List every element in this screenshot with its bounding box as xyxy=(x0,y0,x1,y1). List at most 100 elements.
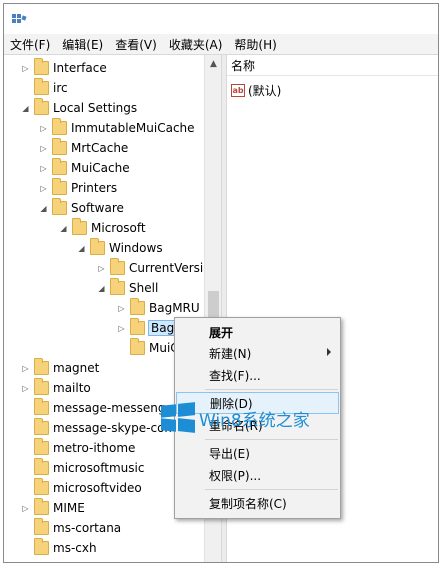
expand-arrow-icon[interactable]: ▷ xyxy=(20,383,31,394)
submenu-arrow-icon xyxy=(327,348,331,356)
menu-item-export[interactable]: 导出(E) xyxy=(176,442,339,464)
menu-file[interactable]: 文件(F) xyxy=(4,36,56,53)
tree-item[interactable]: ◢ Windows xyxy=(76,238,163,258)
list-item[interactable]: ab (默认) xyxy=(231,81,281,99)
tree-item-label: irc xyxy=(53,81,68,95)
folder-icon xyxy=(110,258,125,275)
menu-help[interactable]: 帮助(H) xyxy=(228,36,282,53)
tree-item[interactable]: ◢ Software xyxy=(38,198,124,218)
tree-item[interactable]: ▷ MrtCache xyxy=(38,138,128,158)
menu-bar: 文件(F) 编辑(E) 查看(V) 收藏夹(A) 帮助(H) xyxy=(4,34,438,55)
collapse-arrow-icon[interactable]: ◢ xyxy=(58,223,69,234)
expand-arrow-icon[interactable]: ▷ xyxy=(38,123,49,134)
registry-editor-icon xyxy=(12,14,27,23)
tree-item-label: MuiCache xyxy=(71,161,130,175)
folder-icon xyxy=(34,98,49,115)
tree-item[interactable]: ▷ BagMRU xyxy=(116,298,200,318)
tree-item-label: mailto xyxy=(53,381,91,395)
tree-item-label: Software xyxy=(71,201,124,215)
tree-item-label: ms-cxh xyxy=(53,541,97,555)
tree-item[interactable]: ▷ MuiCache xyxy=(38,158,130,178)
menu-item-expand[interactable]: 展开 xyxy=(176,321,339,343)
expand-arrow-icon[interactable]: ▷ xyxy=(20,63,31,74)
tree-item[interactable]: ▷ MIME xyxy=(20,498,85,518)
tree-item[interactable]: MuiC xyxy=(116,338,179,358)
column-header-name[interactable]: 名称 xyxy=(227,55,438,76)
tree-item-label: Printers xyxy=(71,181,118,195)
folder-icon xyxy=(110,278,125,295)
tree-item[interactable]: message-skype-com xyxy=(20,418,176,438)
tree-item[interactable]: microsoftvideo xyxy=(20,478,142,498)
folder-icon xyxy=(34,58,49,75)
tree-item-label: magnet xyxy=(53,361,100,375)
tree-item[interactable]: ▷ Interface xyxy=(20,58,107,78)
menu-item-permissions[interactable]: 权限(P)... xyxy=(176,464,339,486)
expand-arrow-icon[interactable]: ▷ xyxy=(116,323,127,334)
collapse-arrow-icon[interactable]: ◢ xyxy=(96,283,107,294)
value-name: (默认) xyxy=(248,83,282,98)
tree-item-label: MrtCache xyxy=(71,141,129,155)
tree-item[interactable]: ms-cxh xyxy=(20,538,97,558)
menu-item-new-label: 新建(N) xyxy=(209,346,252,361)
folder-icon xyxy=(52,118,67,135)
expand-arrow-icon[interactable]: ▷ xyxy=(20,503,31,514)
expand-arrow-icon[interactable]: ▷ xyxy=(38,143,49,154)
tree-item-label: message-skype-com xyxy=(53,421,177,435)
tree-item[interactable]: ◢ Local Settings xyxy=(20,98,137,118)
folder-icon xyxy=(34,478,49,495)
menu-item-copy-key-name[interactable]: 复制项名称(C) xyxy=(176,492,339,514)
folder-icon xyxy=(34,78,49,95)
tree-item-label: Local Settings xyxy=(53,101,138,115)
tree-item[interactable]: ▷ magnet xyxy=(20,358,99,378)
tree-item[interactable]: ▷ Printers xyxy=(38,178,117,198)
tree-item[interactable]: microsoftmusic xyxy=(20,458,144,478)
tree-item[interactable]: ▷ CurrentVersic xyxy=(96,258,210,278)
tree-item[interactable]: ▷ Bags xyxy=(116,318,184,338)
tree-item[interactable]: ◢ Microsoft xyxy=(58,218,146,238)
folder-icon xyxy=(34,438,49,455)
tree-item[interactable]: message-messenger xyxy=(20,398,178,418)
collapse-arrow-icon[interactable]: ◢ xyxy=(20,103,31,114)
tree-item[interactable]: ▷ mailto xyxy=(20,378,91,398)
expand-arrow-icon[interactable]: ▷ xyxy=(116,303,127,314)
tree-item[interactable]: metro-ithome xyxy=(20,438,135,458)
collapse-arrow-icon[interactable]: ◢ xyxy=(38,203,49,214)
collapse-arrow-icon[interactable]: ◢ xyxy=(76,243,87,254)
tree-item-label: BagMRU xyxy=(149,301,200,315)
tree-item-label: metro-ithome xyxy=(53,441,136,455)
string-value-icon: ab xyxy=(231,83,245,97)
folder-icon xyxy=(34,418,49,435)
menu-separator xyxy=(205,489,338,490)
tree-item[interactable]: irc xyxy=(20,78,68,98)
menu-favorites[interactable]: 收藏夹(A) xyxy=(163,36,229,53)
tree-item-label: ms-cortana xyxy=(53,521,122,535)
folder-icon xyxy=(72,218,87,235)
menu-separator xyxy=(205,389,338,390)
menu-view[interactable]: 查看(V) xyxy=(109,36,163,53)
menu-item-find[interactable]: 查找(F)... xyxy=(176,364,339,386)
folder-icon xyxy=(130,318,145,335)
tree-item-label: Microsoft xyxy=(91,221,146,235)
expand-arrow-icon[interactable]: ▷ xyxy=(38,183,49,194)
tree-item[interactable]: ms-cortana xyxy=(20,518,121,538)
folder-icon xyxy=(130,338,145,355)
expand-arrow-icon[interactable]: ▷ xyxy=(96,263,107,274)
menu-edit[interactable]: 编辑(E) xyxy=(56,36,109,53)
expand-arrow-icon[interactable]: ▷ xyxy=(38,163,49,174)
scroll-up-icon[interactable]: ▲ xyxy=(205,57,221,71)
tree-item-label: Windows xyxy=(109,241,163,255)
tree-item[interactable]: ◢ Shell xyxy=(96,278,158,298)
folder-icon xyxy=(34,458,49,475)
expand-arrow-icon[interactable]: ▷ xyxy=(20,363,31,374)
tree-item[interactable]: ▷ ImmutableMuiCache xyxy=(38,118,195,138)
tree-item-label: MIME xyxy=(53,501,85,515)
menu-item-new[interactable]: 新建(N) xyxy=(176,342,339,364)
tree-item-label: Interface xyxy=(53,61,107,75)
